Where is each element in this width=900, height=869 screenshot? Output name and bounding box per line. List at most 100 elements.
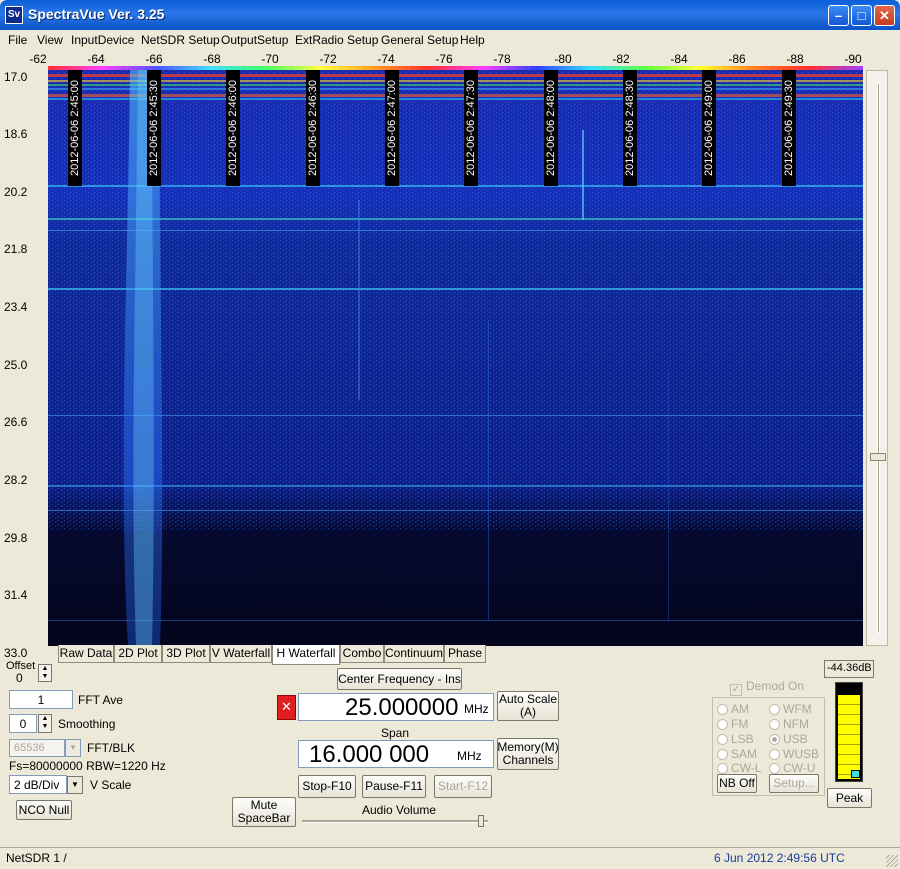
stop-button[interactable]: Stop-F10	[298, 775, 356, 798]
menu-view[interactable]: View	[37, 33, 63, 47]
span-field[interactable]: 16.000 000 MHz	[298, 740, 494, 768]
audio-volume-thumb[interactable]	[478, 815, 484, 827]
menu-help[interactable]: Help	[460, 33, 485, 47]
menu-bar: File View InputDevice NetSDR Setup Outpu…	[0, 30, 900, 50]
radio-wfm[interactable]: WFM	[769, 702, 812, 716]
y-tick: 21.8	[4, 242, 28, 256]
smoothing-field[interactable]: 0	[9, 714, 37, 733]
audio-volume-slider[interactable]	[302, 820, 488, 823]
tab-3d-plot[interactable]: 3D Plot	[162, 645, 210, 663]
status-bar: NetSDR 1 / 6 Jun 2012 2:49:56 UTC	[0, 847, 900, 869]
span-value: 16.000 000	[309, 741, 430, 768]
offset-spinner[interactable]: ▲ ▼	[38, 664, 52, 682]
tab-2d-plot[interactable]: 2D Plot	[114, 645, 162, 663]
menu-extradio-setup[interactable]: ExtRadio Setup	[295, 33, 378, 47]
maximize-icon: □	[857, 8, 866, 23]
tab-raw-data[interactable]: Raw Data	[58, 645, 114, 663]
radio-lsb[interactable]: LSB	[717, 732, 754, 746]
center-frequency-button[interactable]: Center Frequency - Ins	[337, 668, 462, 690]
radio-cw-u[interactable]: CW-U	[769, 761, 815, 775]
minimize-button[interactable]: –	[828, 5, 849, 26]
radio-nfm[interactable]: NFM	[769, 717, 809, 731]
tab-combo[interactable]: Combo	[340, 645, 384, 663]
slider-thumb[interactable]	[870, 453, 886, 461]
x-tick: -66	[145, 52, 163, 66]
chevron-down-icon[interactable]: ▼	[67, 776, 83, 794]
timestamp-marker: 2012-06-06 2:48:30	[623, 70, 637, 186]
radio-wusb[interactable]: WUSB	[769, 747, 819, 761]
memory-channels-button[interactable]: Memory(M) Channels	[497, 738, 559, 770]
minimize-icon: –	[834, 8, 843, 23]
chevron-down-icon[interactable]: ▼	[65, 739, 81, 757]
nco-null-button[interactable]: NCO Null	[16, 800, 72, 820]
window-title: SpectraVue Ver. 3.25	[28, 6, 165, 22]
y-tick: 20.2	[4, 185, 28, 199]
vscale-label: V Scale	[90, 778, 132, 792]
timestamp-marker: 2012-06-06 2:45:30	[147, 70, 161, 186]
waterfall-display[interactable]	[48, 70, 863, 646]
close-button[interactable]: ✕	[874, 5, 895, 26]
setup-button[interactable]: Setup...	[769, 774, 819, 793]
y-tick: 18.6	[4, 127, 28, 141]
checkbox-icon: ✓	[730, 684, 742, 696]
resize-grip-icon[interactable]	[886, 855, 898, 867]
mute-button[interactable]: Mute SpaceBar	[232, 797, 296, 827]
radio-label: CW-L	[731, 761, 762, 775]
menu-inputdevice[interactable]: InputDevice	[71, 33, 134, 47]
span-label: Span	[381, 726, 410, 740]
span-unit: MHz	[457, 749, 482, 763]
slider-track	[877, 83, 880, 633]
menu-file[interactable]: File	[8, 33, 27, 47]
x-tick: -82	[612, 52, 630, 66]
vscale-select[interactable]: 2 dB/Div	[9, 775, 67, 794]
auto-scale-button[interactable]: Auto Scale (A)	[497, 691, 559, 721]
menu-netsdr-setup[interactable]: NetSDR Setup	[141, 33, 220, 47]
x-tick: -62	[29, 52, 47, 66]
x-tick: -72	[319, 52, 337, 66]
radio-cw-l[interactable]: CW-L	[717, 761, 761, 775]
pause-button[interactable]: Pause-F11	[362, 775, 426, 798]
tab-continuum[interactable]: Continuum	[384, 645, 444, 663]
x-tick: -88	[786, 52, 804, 66]
tab-phase[interactable]: Phase	[444, 645, 486, 663]
waterfall-vertical-slider[interactable]	[866, 70, 888, 646]
peak-marker	[851, 770, 860, 778]
radio-label: AM	[731, 702, 749, 716]
signal-meter-fill	[838, 694, 860, 780]
fs-rbw-info: Fs=80000000 RBW=1220 Hz	[9, 759, 166, 773]
fft-ave-field[interactable]: 1	[9, 690, 73, 709]
peak-button[interactable]: Peak	[827, 788, 872, 808]
radio-am[interactable]: AM	[717, 702, 749, 716]
app-icon[interactable]: Sv	[5, 6, 23, 24]
y-tick: 26.6	[4, 415, 28, 429]
x-tick: -74	[377, 52, 395, 66]
timestamp-marker: 2012-06-06 2:46:00	[226, 70, 240, 186]
radio-usb[interactable]: USB	[769, 732, 808, 746]
start-button[interactable]: Start-F12	[434, 775, 492, 798]
menu-general-setup[interactable]: General Setup	[381, 33, 458, 47]
nb-off-button[interactable]: NB Off	[717, 774, 757, 793]
x-tick: -90	[844, 52, 862, 66]
smoothing-spinner[interactable]: ▲ ▼	[38, 714, 52, 733]
radio-label: LSB	[731, 732, 754, 746]
timestamp-marker: 2012-06-06 2:47:30	[464, 70, 478, 186]
device-status: NetSDR 1 /	[6, 851, 67, 865]
radio-label: FM	[731, 717, 749, 731]
x-tick: -64	[87, 52, 105, 66]
radio-sam[interactable]: SAM	[717, 747, 757, 761]
timestamp-marker: 2012-06-06 2:49:00	[702, 70, 716, 186]
center-frequency-field[interactable]: 25.000000 MHz	[298, 693, 494, 721]
tab-h-waterfall[interactable]: H Waterfall	[272, 645, 340, 665]
menu-outputsetup[interactable]: OutputSetup	[221, 33, 288, 47]
fft-blk-select[interactable]: 65536	[9, 739, 65, 757]
radio-fm[interactable]: FM	[717, 717, 748, 731]
signal-level-readout: -44.36dB	[824, 660, 874, 678]
y-tick: 28.2	[4, 473, 28, 487]
maximize-button[interactable]: □	[851, 5, 872, 26]
tab-v-waterfall[interactable]: V Waterfall	[210, 645, 272, 663]
close-icon[interactable]: ✕	[277, 695, 296, 720]
x-tick: -68	[203, 52, 221, 66]
timestamp-marker: 2012-06-06 2:47:00	[385, 70, 399, 186]
fft-blk-label: FFT/BLK	[87, 741, 136, 755]
demod-on-checkbox[interactable]: ✓ Demod On	[730, 679, 804, 696]
